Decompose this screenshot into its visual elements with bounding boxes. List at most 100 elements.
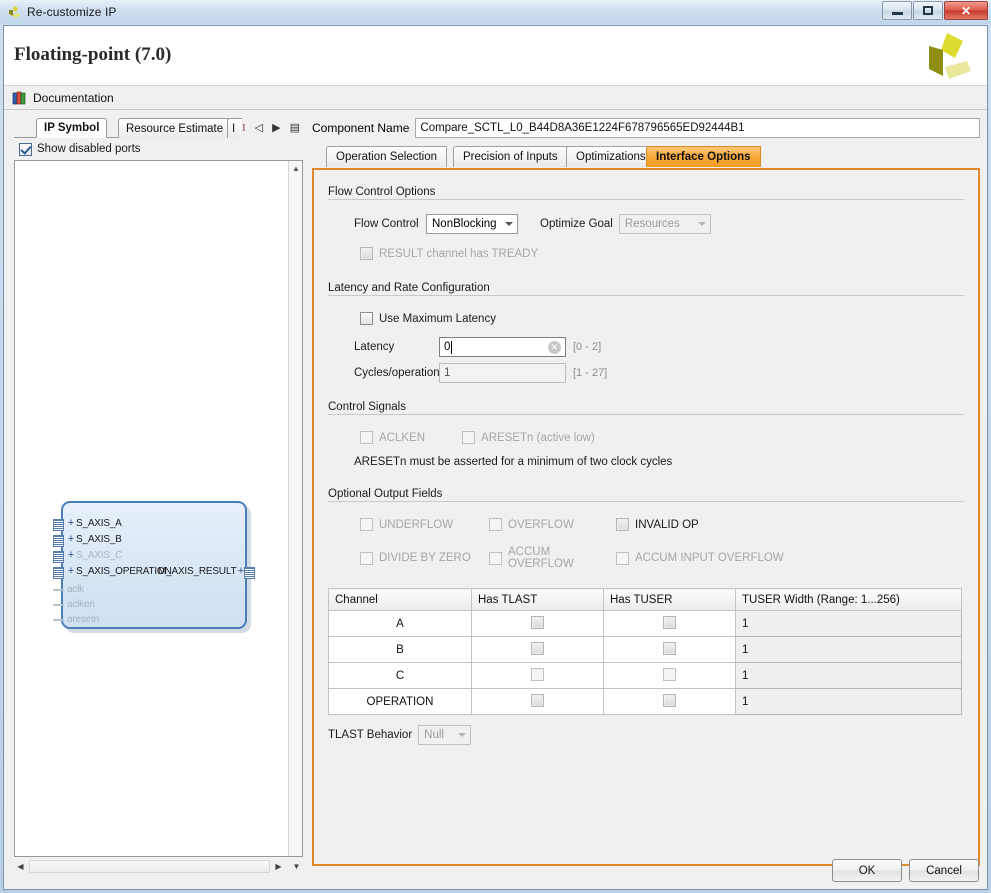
clear-latency-icon[interactable]: ✕ xyxy=(548,341,561,354)
overflow-checkbox[interactable] xyxy=(489,518,502,531)
bus-expand-c-icon[interactable]: + xyxy=(66,550,76,561)
optimize-goal-select[interactable]: Resources xyxy=(618,214,711,234)
port-label-s-axis-a: S_AXIS_A xyxy=(76,518,122,529)
tab-interface-options-label: Interface Options xyxy=(656,151,751,163)
clk-stub-aresetn xyxy=(53,619,64,621)
tuser-checkbox-a[interactable] xyxy=(663,615,676,629)
tab-menu-icon[interactable]: ▤ xyxy=(290,122,300,134)
tuser-checkbox-operation[interactable] xyxy=(663,693,676,707)
cell-has-tuser[interactable] xyxy=(603,610,736,637)
documentation-bar: Documentation xyxy=(4,86,987,110)
accum-input-overflow-label: ACCUM INPUT OVERFLOW xyxy=(635,552,784,564)
tuser-checkbox-c[interactable] xyxy=(663,667,676,681)
documentation-link[interactable]: Documentation xyxy=(33,91,114,105)
tlast-checkbox-a[interactable] xyxy=(531,615,544,629)
cell-has-tlast[interactable] xyxy=(471,662,604,689)
optimize-goal-label: Optimize Goal xyxy=(540,218,613,230)
cell-tuser-width[interactable]: 1 xyxy=(735,688,962,715)
component-name-input[interactable]: Compare_SCTL_L0_B44D8A36E1224F678796565E… xyxy=(415,118,980,138)
tab-operation-selection[interactable]: Operation Selection xyxy=(326,146,448,167)
accum-overflow-checkbox[interactable] xyxy=(489,551,502,565)
show-disabled-ports-checkbox[interactable] xyxy=(19,142,32,156)
show-disabled-ports-row[interactable]: Show disabled ports xyxy=(14,138,303,160)
tab-operation-selection-label: Operation Selection xyxy=(336,151,438,163)
divide-by-zero-checkbox[interactable] xyxy=(360,551,373,565)
use-max-latency-row[interactable]: Use Maximum Latency xyxy=(360,312,978,325)
minimize-button[interactable] xyxy=(882,1,912,20)
cell-has-tuser[interactable] xyxy=(603,636,736,663)
cell-has-tlast[interactable] xyxy=(471,610,604,637)
bus-expand-a-icon[interactable]: + xyxy=(66,518,76,529)
books-icon xyxy=(12,91,27,105)
aclken-checkbox[interactable] xyxy=(360,431,373,444)
column-has-tuser: Has TUSER xyxy=(603,588,736,611)
tab-interface-options[interactable]: Interface Options xyxy=(646,146,761,167)
cell-has-tuser[interactable] xyxy=(603,688,736,715)
optional-outputs-row-1: UNDERFLOW OVERFLOW INVALID OP xyxy=(360,518,978,531)
page-title: Floating-point (7.0) xyxy=(14,44,172,65)
cell-tuser-width[interactable]: 1 xyxy=(735,610,962,637)
ok-button[interactable]: OK xyxy=(832,859,902,882)
tab-optimizations[interactable]: Optimizations xyxy=(566,146,656,167)
tab-precision-of-inputs[interactable]: Precision of Inputs xyxy=(453,146,568,167)
bus-expand-operation-icon[interactable]: + xyxy=(66,566,76,577)
next-tab-icon[interactable]: ▶ xyxy=(272,122,280,134)
tlast-checkbox-operation[interactable] xyxy=(531,693,544,707)
symbol-vertical-scrollbar[interactable]: ▲ xyxy=(288,161,302,856)
aresetn-checkbox[interactable] xyxy=(462,431,476,444)
cancel-button[interactable]: Cancel xyxy=(909,859,979,882)
component-name-row: Component Name Compare_SCTL_L0_B44D8A36E… xyxy=(312,118,980,138)
overflow-label: OVERFLOW xyxy=(508,518,574,531)
control-signals-row: ACLKEN ARESETn (active low) xyxy=(360,431,978,444)
maximize-button[interactable] xyxy=(913,1,943,20)
cell-has-tlast[interactable] xyxy=(471,688,604,715)
tlast-checkbox-b[interactable] xyxy=(531,641,544,655)
tab-ip-symbol[interactable]: IP Symbol xyxy=(36,118,108,138)
clk-stub-aclken xyxy=(53,604,64,606)
cell-has-tlast[interactable] xyxy=(471,636,604,663)
tuser-checkbox-b[interactable] xyxy=(663,641,676,655)
underflow-checkbox[interactable] xyxy=(360,518,373,531)
table-header-row: Channel Has TLAST Has TUSER TUSER Width … xyxy=(328,588,962,611)
cell-channel: A xyxy=(328,610,472,637)
table-row: A 1 xyxy=(328,610,962,637)
latency-input[interactable]: 0 ✕ xyxy=(439,337,566,357)
cell-channel: B xyxy=(328,636,472,663)
tlast-checkbox-c[interactable] xyxy=(531,667,544,681)
flow-control-label: Flow Control xyxy=(354,218,419,230)
cell-has-tuser[interactable] xyxy=(603,662,736,689)
flow-control-select[interactable]: NonBlocking xyxy=(426,214,518,234)
result-tready-row[interactable]: RESULT channel has TREADY xyxy=(360,247,978,260)
section-control-signals-title: Control Signals xyxy=(328,401,412,413)
accum-input-overflow-checkbox[interactable] xyxy=(616,551,629,565)
tlast-behavior-row: TLAST Behavior Null xyxy=(328,725,964,745)
table-row: B 1 xyxy=(328,636,962,663)
cell-tuser-width[interactable]: 1 xyxy=(735,662,962,689)
scroll-up-icon[interactable]: ▲ xyxy=(289,161,302,175)
invalid-op-label: INVALID OP xyxy=(635,518,699,531)
cycles-input[interactable]: 1 xyxy=(439,363,566,383)
tlast-behavior-label: TLAST Behavior xyxy=(328,729,413,741)
close-button[interactable]: ✕ xyxy=(944,1,988,20)
bus-expand-b-icon[interactable]: + xyxy=(66,534,76,545)
result-tready-checkbox[interactable] xyxy=(360,247,373,260)
port-label-aresetn: aresetn xyxy=(67,614,99,625)
ip-header: Floating-point (7.0) xyxy=(4,26,987,86)
invalid-op-checkbox[interactable] xyxy=(616,518,629,531)
port-label-s-axis-b: S_AXIS_B xyxy=(76,534,122,545)
cell-tuser-width[interactable]: 1 xyxy=(735,636,962,663)
chevron-down-icon xyxy=(505,222,513,226)
left-tab-nav: I ◁ ▶ ▤ xyxy=(241,118,303,138)
cycles-label: Cycles/operation xyxy=(354,367,440,379)
optimize-goal-value: Resources xyxy=(624,218,680,230)
port-label-s-axis-c: S_AXIS_C xyxy=(76,550,123,561)
column-tuser-width: TUSER Width (Range: 1...256) xyxy=(735,588,962,611)
tlast-behavior-select[interactable]: Null xyxy=(418,725,472,745)
text-cursor-icon[interactable]: I xyxy=(242,122,246,134)
aresetn-label: ARESETn (active low) xyxy=(481,431,595,444)
tab-third-label: I xyxy=(232,122,236,135)
use-max-latency-checkbox[interactable] xyxy=(360,312,373,325)
tab-resource-estimate[interactable]: Resource Estimate xyxy=(118,118,232,138)
prev-tab-icon[interactable]: ◁ xyxy=(255,122,263,134)
symbol-canvas: ▲ + + + + S_AXIS_A S_AXIS_B S_AXIS_C S_A… xyxy=(14,160,303,857)
